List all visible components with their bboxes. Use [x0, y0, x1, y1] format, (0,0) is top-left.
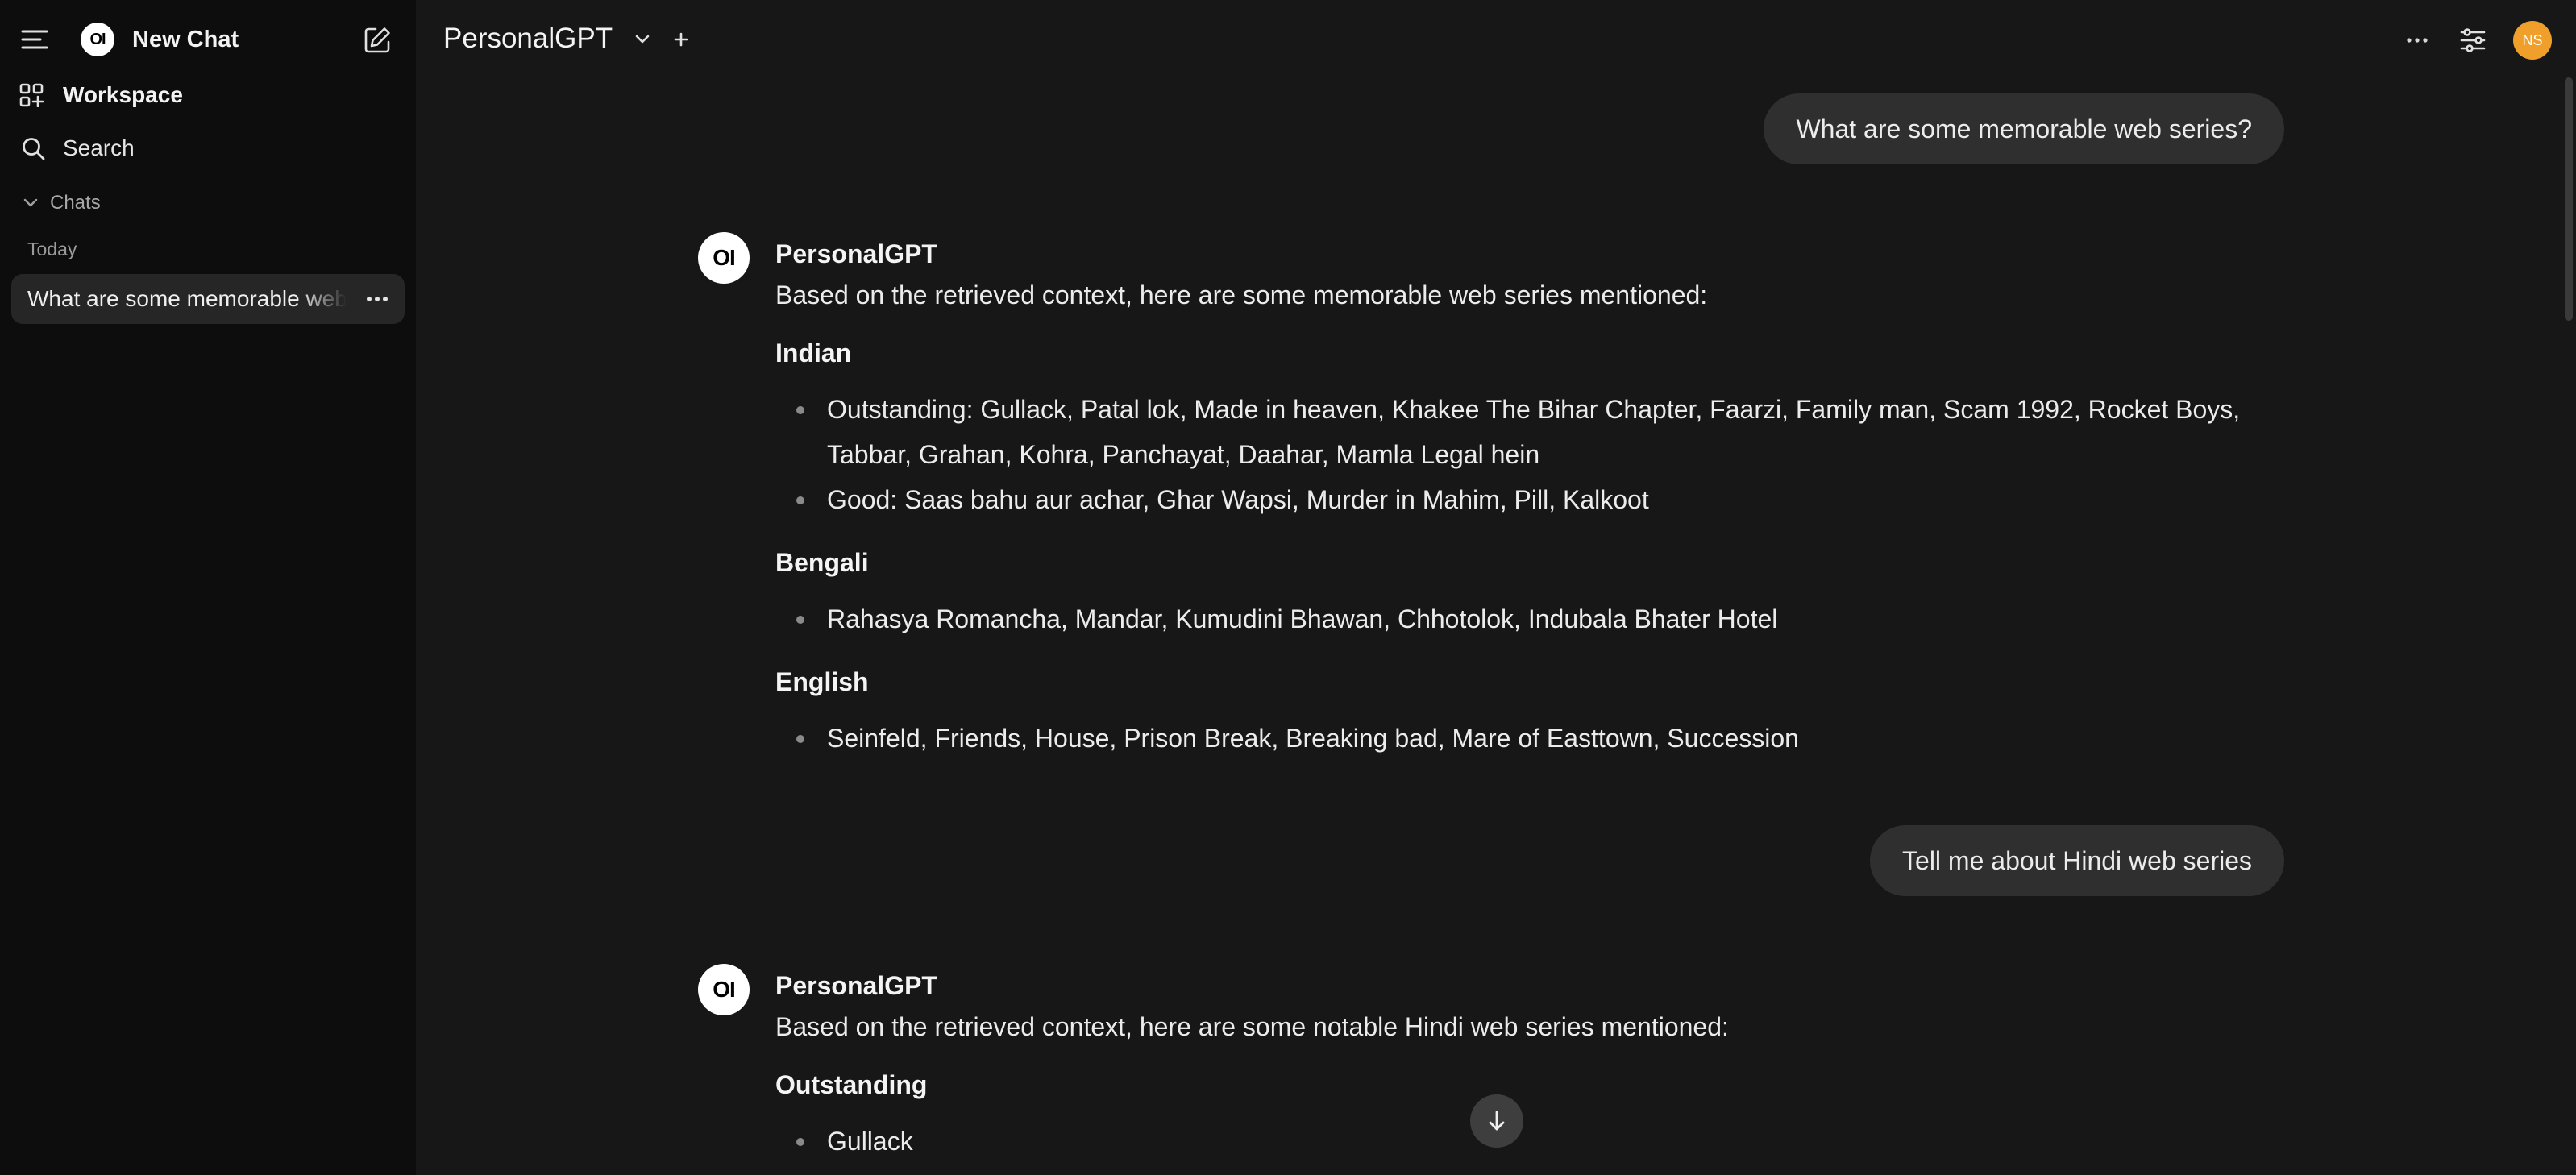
assistant-message: PersonalGPT Based on the retrieved conte…	[775, 969, 2291, 1164]
workspace-label: Workspace	[63, 82, 183, 107]
list-item: Gullack	[775, 1119, 2291, 1164]
sidebar: OI New Chat Workspace Search Chats Today…	[0, 0, 416, 1175]
chevron-down-icon	[23, 197, 39, 209]
chat-list-item[interactable]: What are some memorable web series?	[11, 274, 405, 324]
top-bar: PersonalGPT NS	[416, 0, 2576, 81]
plus-icon[interactable]	[667, 26, 695, 53]
arrow-down-icon	[1485, 1109, 1509, 1133]
assistant-avatar: OI	[698, 964, 750, 1015]
bullet-list: Rahasya Romancha, Mandar, Kumudini Bhawa…	[775, 596, 2291, 641]
user-avatar[interactable]: NS	[2513, 21, 2552, 60]
list-item: Outstanding: Gullack, Patal lok, Made in…	[775, 387, 2291, 477]
assistant-message: PersonalGPT Based on the retrieved conte…	[775, 237, 2291, 761]
chats-section-label: Chats	[50, 192, 101, 214]
message-paragraph: Based on the retrieved context, here are…	[775, 1012, 1729, 1041]
section-heading: Indian	[775, 338, 852, 367]
more-horizontal-icon[interactable]	[2399, 24, 2436, 56]
section-heading: Bengali	[775, 548, 869, 577]
model-selector-label[interactable]: PersonalGPT	[443, 23, 613, 55]
list-item: Rahasya Romancha, Mandar, Kumudini Bhawa…	[775, 596, 2291, 641]
chat-item-title: What are some memorable web series?	[27, 286, 347, 311]
sidebar-search[interactable]: Search	[21, 132, 400, 164]
assistant-avatar: OI	[698, 232, 750, 284]
compose-icon[interactable]	[359, 23, 395, 58]
assistant-name: PersonalGPT	[775, 971, 937, 1000]
bullet-list: Outstanding: Gullack, Patal lok, Made in…	[775, 387, 2291, 522]
workspace-grid-icon	[19, 83, 44, 107]
message-paragraph: Based on the retrieved context, here are…	[775, 280, 1708, 309]
date-group-label: Today	[27, 239, 77, 259]
user-message: Tell me about Hindi web series	[1870, 825, 2284, 896]
bullet-list: Seinfeld, Friends, House, Prison Break, …	[775, 716, 2291, 761]
chats-section-toggle[interactable]: Chats	[23, 192, 101, 214]
section-heading: Outstanding	[775, 1070, 928, 1099]
scroll-to-bottom-button[interactable]	[1470, 1094, 1523, 1148]
user-message: What are some memorable web series?	[1764, 93, 2284, 164]
scrollbar-thumb[interactable]	[2565, 77, 2573, 321]
bullet-list: Gullack	[775, 1119, 2291, 1164]
search-label: Search	[63, 135, 135, 160]
menu-icon[interactable]	[18, 23, 52, 56]
app-logo[interactable]: OI	[81, 23, 114, 56]
section-heading: English	[775, 667, 869, 696]
list-item: Good: Saas bahu aur achar, Ghar Wapsi, M…	[775, 477, 2291, 522]
chevron-down-icon[interactable]	[630, 27, 654, 52]
list-item: Seinfeld, Friends, House, Prison Break, …	[775, 716, 2291, 761]
assistant-name: PersonalGPT	[775, 239, 937, 268]
search-icon	[21, 136, 45, 160]
new-chat-link[interactable]: New Chat	[132, 24, 239, 55]
more-horizontal-icon[interactable]	[361, 283, 393, 315]
sliders-icon[interactable]	[2455, 23, 2491, 58]
sidebar-item-workspace[interactable]: Workspace	[19, 79, 398, 111]
